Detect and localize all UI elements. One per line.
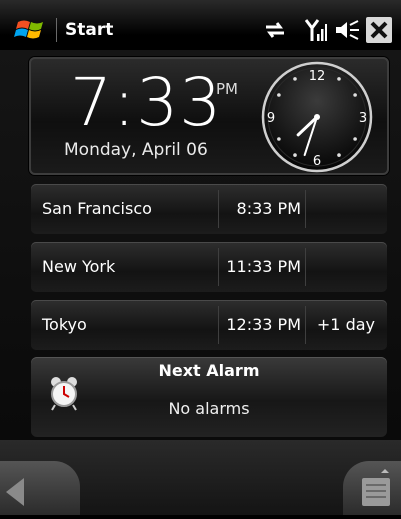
next-alarm-title: Next Alarm [158, 361, 260, 380]
row-separator [305, 190, 306, 228]
city-name: San Francisco [42, 199, 152, 218]
digital-time: 7:33 [70, 64, 223, 141]
city-time: 11:33 PM [226, 257, 301, 276]
world-clock-row[interactable]: Tokyo 12:33 PM +1 day [31, 300, 387, 350]
hour-tick [353, 93, 357, 97]
clock-label-6: 6 [313, 154, 321, 169]
world-clock-row[interactable]: New York 11:33 PM [31, 242, 387, 292]
menu-icon [362, 469, 390, 506]
signal-strength-icon[interactable] [305, 17, 327, 43]
hour-tick [277, 137, 281, 141]
speaker-muted-icon[interactable] [334, 17, 360, 43]
hour-tick [353, 137, 357, 141]
city-time: 12:33 PM [226, 315, 301, 334]
windows-start-icon[interactable] [14, 17, 50, 43]
row-separator [218, 248, 219, 286]
back-arrow-icon [6, 478, 24, 506]
hour-tick [337, 77, 341, 81]
row-separator [305, 248, 306, 286]
data-connection-icon[interactable] [262, 17, 288, 43]
analog-clock: 12 3 6 9 [252, 61, 382, 173]
alarm-status: No alarms [168, 399, 250, 418]
next-alarm-panel[interactable]: Next Alarm No alarms [31, 357, 387, 437]
title-divider [56, 18, 57, 42]
row-separator [218, 306, 219, 344]
status-bar: Start [0, 0, 401, 50]
close-icon [370, 21, 388, 39]
left-softkey[interactable] [0, 461, 80, 515]
row-separator [218, 190, 219, 228]
hour-tick [293, 153, 297, 157]
close-button[interactable] [366, 17, 392, 43]
day-offset: +1 day [316, 315, 375, 334]
clock-label-9: 9 [267, 111, 275, 126]
ampm-label: PM [216, 80, 238, 98]
clock-center [314, 114, 320, 120]
world-clock-row[interactable]: San Francisco 8:33 PM [31, 184, 387, 234]
date-label: Monday, April 06 [64, 140, 208, 160]
city-name: Tokyo [42, 315, 87, 334]
clock-label-12: 12 [309, 69, 326, 84]
hour-tick [277, 93, 281, 97]
start-title[interactable]: Start [65, 18, 113, 42]
row-separator [305, 306, 306, 344]
city-name: New York [42, 257, 116, 276]
hour-tick [293, 77, 297, 81]
clock-label-3: 3 [359, 111, 367, 126]
hour-tick [337, 153, 341, 157]
right-softkey[interactable] [343, 461, 401, 515]
city-time: 8:33 PM [236, 199, 301, 218]
